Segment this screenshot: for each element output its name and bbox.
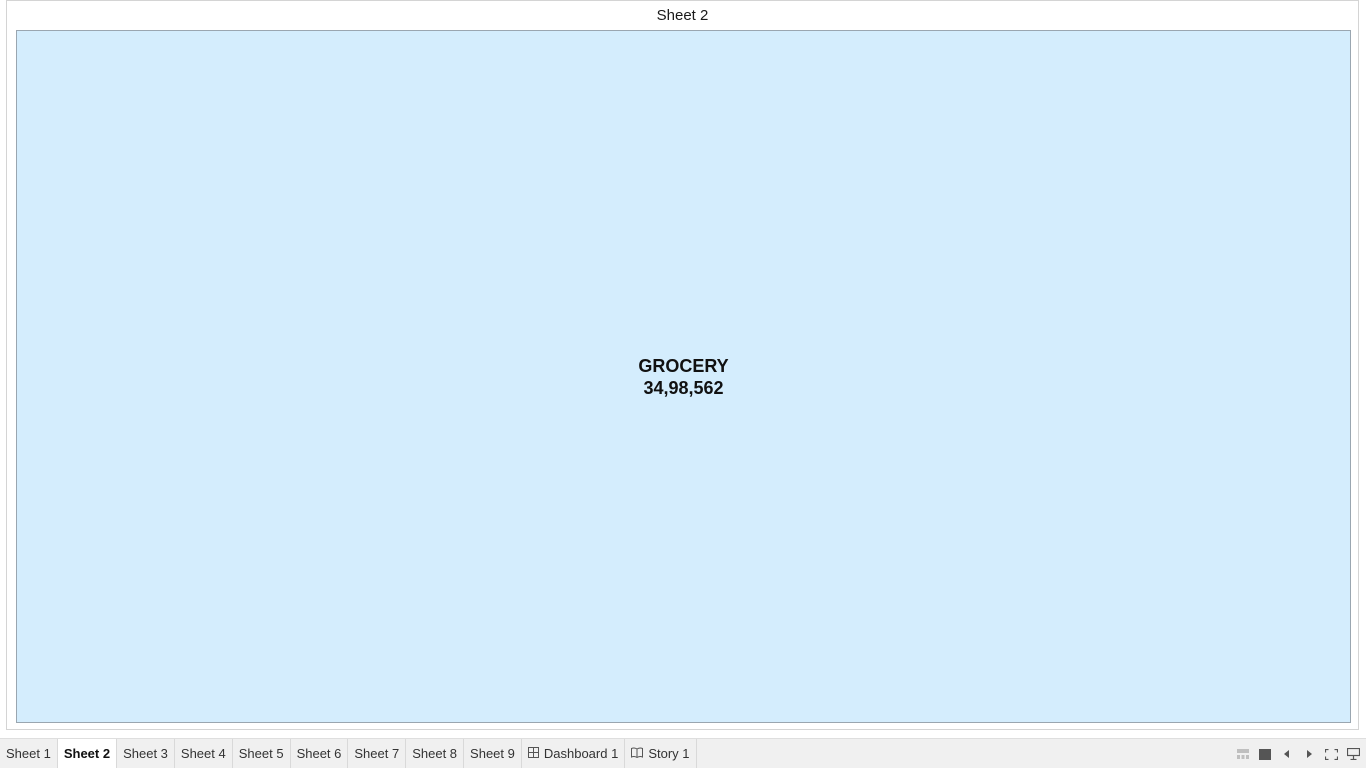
presentation-mode-icon[interactable] [1346, 747, 1360, 761]
fullscreen-icon[interactable] [1324, 747, 1338, 761]
tab-sheet-8[interactable]: Sheet 8 [406, 739, 465, 768]
tile-category-label: GROCERY [638, 355, 729, 376]
tab-label: Sheet 5 [238, 746, 284, 761]
dashboard-grid-icon [527, 746, 539, 761]
single-view-icon[interactable] [1258, 747, 1272, 761]
tab-sheet-9[interactable]: Sheet 9 [464, 739, 522, 768]
tab-label: Sheet 6 [296, 746, 342, 761]
tab-sheet-2[interactable]: Sheet 2 [57, 739, 118, 768]
treemap-tile-grocery[interactable]: GROCERY 34,98,562 [16, 30, 1351, 723]
treemap-chart: GROCERY 34,98,562 [16, 30, 1351, 723]
story-book-icon [631, 747, 644, 761]
tab-label: Sheet 2 [63, 746, 111, 761]
tab-story-1[interactable]: Story 1 [625, 739, 697, 768]
previous-sheet-icon[interactable] [1280, 747, 1294, 761]
tab-sheet-4[interactable]: Sheet 4 [175, 739, 233, 768]
tab-label: Sheet 1 [6, 746, 51, 761]
filmstrip-view-icon[interactable] [1236, 747, 1250, 761]
tile-label: GROCERY 34,98,562 [638, 355, 728, 399]
tab-sheet-3[interactable]: Sheet 3 [117, 739, 175, 768]
tab-label: Sheet 7 [354, 746, 400, 761]
tab-label: Sheet 9 [470, 746, 515, 761]
sheet-tab-bar: Sheet 1 Sheet 2 Sheet 3 Sheet 4 Sheet 5 Sheet… [0, 738, 1366, 768]
tab-label: Sheet 8 [412, 746, 458, 761]
tab-label: Story 1 [648, 746, 690, 761]
tab-sheet-7[interactable]: Sheet 7 [348, 739, 407, 768]
sheet-tabs: Sheet 1 Sheet 2 Sheet 3 Sheet 4 Sheet 5 Sheet… [0, 739, 697, 769]
next-sheet-icon[interactable] [1302, 747, 1316, 761]
view-controls [1236, 739, 1360, 769]
tab-sheet-6[interactable]: Sheet 6 [291, 739, 349, 768]
tab-label: Dashboard 1 [543, 746, 619, 761]
tab-label: Sheet 4 [180, 746, 226, 761]
tab-sheet-5[interactable]: Sheet 5 [233, 739, 291, 768]
tab-label: Sheet 3 [123, 746, 168, 761]
sheet-title: Sheet 2 [656, 7, 709, 24]
tab-sheet-1[interactable]: Sheet 1 [0, 739, 58, 768]
tab-dashboard-1[interactable]: Dashboard 1 [522, 739, 626, 768]
tile-value-label: 34,98,562 [643, 377, 724, 398]
